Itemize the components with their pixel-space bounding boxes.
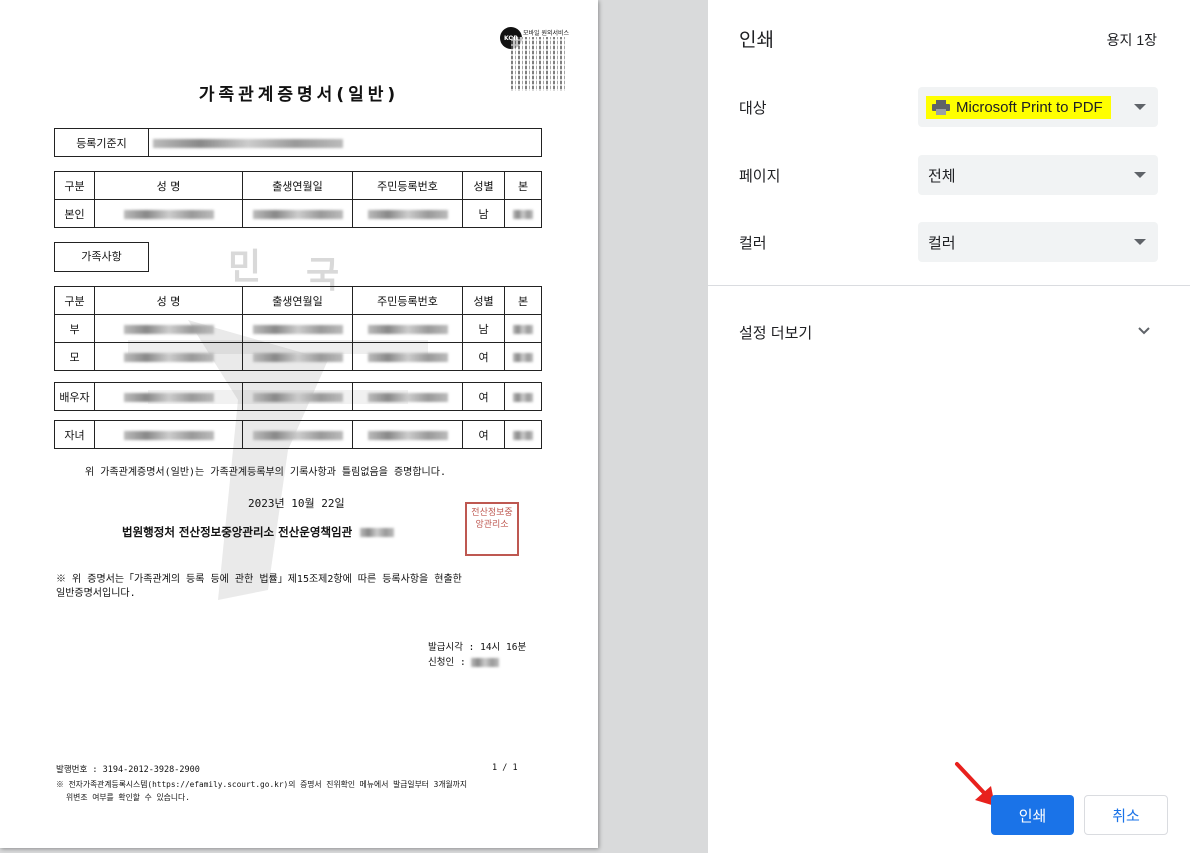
footer-line-2: 위변조 여부를 확인할 수 있습니다. bbox=[66, 793, 190, 802]
pages-value: 전체 bbox=[928, 167, 956, 185]
row-gender: 여 bbox=[462, 342, 505, 371]
color-label: 컬러 bbox=[739, 235, 767, 252]
destination-highlight: Microsoft Print to PDF bbox=[926, 95, 1111, 119]
header-name: 성 명 bbox=[94, 286, 243, 315]
self-table: 구분 성 명 출생연월일 주민등록번호 성별 본 본인 남 bbox=[54, 171, 542, 228]
row-id bbox=[352, 199, 463, 228]
destination-select[interactable]: Microsoft Print to PDF bbox=[918, 87, 1158, 127]
children-table: 자녀 여 bbox=[54, 420, 542, 449]
header-birth: 출생연월일 bbox=[242, 286, 353, 315]
certify-text: 위 가족관계증명서(일반)는 가족관계등록부의 기록사항과 틀림없음을 증명합니… bbox=[85, 467, 446, 478]
row-birth bbox=[242, 314, 353, 343]
registration-label: 등록기준지 bbox=[54, 128, 149, 157]
row-gender: 남 bbox=[462, 199, 505, 228]
more-settings[interactable]: 설정 더보기 bbox=[739, 322, 812, 343]
note-line-1: ※ 위 증명서는「가족관계의 등록 등에 관한 법률」제15조제2항에 따른 등… bbox=[56, 574, 462, 585]
header-id: 주민등록번호 bbox=[352, 171, 463, 200]
header-gender: 성별 bbox=[462, 286, 505, 315]
document-title: 가족관계증명서(일반) bbox=[198, 85, 400, 105]
print-preview-area: 민 국 KOR 모바일 원외서비스 가족관계증명서(일반) 등록기준지 구분 성… bbox=[0, 0, 708, 853]
printer-icon bbox=[932, 99, 950, 115]
expand-chevron-icon[interactable] bbox=[1137, 324, 1151, 338]
row-name bbox=[94, 199, 243, 228]
destination-label: 대상 bbox=[739, 100, 767, 117]
row-birth bbox=[242, 420, 353, 449]
row-kind: 자녀 bbox=[54, 420, 95, 449]
issuer-name: 법원행정처 전산정보중앙관리소 전산운영책임관 bbox=[122, 525, 353, 539]
row-gender: 여 bbox=[462, 420, 505, 449]
row-id bbox=[352, 314, 463, 343]
issue-number: 발행번호 : 3194-2012-3928-2900 bbox=[56, 765, 200, 775]
pages-select[interactable]: 전체 bbox=[918, 155, 1158, 195]
row-id bbox=[352, 342, 463, 371]
row-name bbox=[94, 420, 243, 449]
divider bbox=[708, 285, 1190, 286]
row-id bbox=[352, 382, 463, 411]
row-origin bbox=[504, 314, 542, 343]
table-row: 자녀 여 bbox=[54, 420, 542, 449]
header-id: 주민등록번호 bbox=[352, 286, 463, 315]
row-name bbox=[94, 382, 243, 411]
row-gender: 남 bbox=[462, 314, 505, 343]
issuer: 법원행정처 전산정보중앙관리소 전산운영책임관 bbox=[122, 524, 395, 540]
row-kind: 본인 bbox=[54, 199, 95, 228]
registration-table: 등록기준지 bbox=[54, 128, 542, 157]
issue-time: 발급시각 : 14시 16분 bbox=[428, 642, 527, 653]
row-origin bbox=[504, 382, 542, 411]
row-origin bbox=[504, 342, 542, 371]
table-row: 부 남 bbox=[54, 314, 542, 343]
official-seal: 전산정보중앙관리소 bbox=[465, 502, 519, 556]
destination-value: Microsoft Print to PDF bbox=[956, 98, 1103, 116]
row-birth bbox=[242, 199, 353, 228]
table-row: 모 여 bbox=[54, 342, 542, 371]
cancel-button[interactable]: 취소 bbox=[1084, 795, 1168, 835]
row-birth bbox=[242, 382, 353, 411]
row-kind: 부 bbox=[54, 314, 95, 343]
applicant: 신청인 : bbox=[428, 654, 500, 668]
issue-date: 2023년 10월 22일 bbox=[248, 497, 345, 510]
pages-label: 페이지 bbox=[739, 168, 781, 185]
header-origin: 본 bbox=[504, 286, 542, 315]
note-line-2: 일반증명서입니다. bbox=[56, 588, 136, 599]
applicant-label: 신청인 : bbox=[428, 657, 466, 668]
sheet-count: 용지 1장 bbox=[1106, 32, 1157, 48]
service-label: 모바일 원외서비스 bbox=[523, 30, 570, 37]
header-birth: 출생연월일 bbox=[242, 171, 353, 200]
table-row: 배우자 여 bbox=[54, 382, 542, 411]
row-kind: 모 bbox=[54, 342, 95, 371]
chevron-down-icon bbox=[1134, 239, 1146, 245]
header-kind: 구분 bbox=[54, 286, 95, 315]
print-button[interactable]: 인쇄 bbox=[991, 795, 1074, 835]
registration-value bbox=[148, 128, 542, 157]
color-value: 컬러 bbox=[928, 234, 956, 252]
family-section-label: 가족사항 bbox=[54, 242, 149, 272]
preview-page: 민 국 KOR 모바일 원외서비스 가족관계증명서(일반) 등록기준지 구분 성… bbox=[0, 0, 598, 848]
table-row: 본인 남 bbox=[54, 199, 542, 228]
row-name bbox=[94, 342, 243, 371]
spouse-table: 배우자 여 bbox=[54, 382, 542, 411]
page-number: 1 / 1 bbox=[492, 763, 518, 773]
header-name: 성 명 bbox=[94, 171, 243, 200]
header-origin: 본 bbox=[504, 171, 542, 200]
header-kind: 구분 bbox=[54, 171, 95, 200]
print-settings-panel: 인쇄 용지 1장 대상 Microsoft Print to PDF 페이지 전… bbox=[708, 0, 1190, 853]
header-gender: 성별 bbox=[462, 171, 505, 200]
chevron-down-icon bbox=[1134, 172, 1146, 178]
row-id bbox=[352, 420, 463, 449]
chevron-down-icon bbox=[1134, 104, 1146, 110]
color-select[interactable]: 컬러 bbox=[918, 222, 1158, 262]
row-gender: 여 bbox=[462, 382, 505, 411]
family-table: 구분 성 명 출생연월일 주민등록번호 성별 본 부 남 모 여 bbox=[54, 286, 542, 371]
row-name bbox=[94, 314, 243, 343]
footer-line-1: ※ 전자가족관계등록시스템(https://efamily.scourt.go.… bbox=[56, 780, 468, 789]
watermark-char: 민 bbox=[228, 247, 262, 288]
row-origin bbox=[504, 420, 542, 449]
panel-title: 인쇄 bbox=[739, 30, 774, 51]
row-origin bbox=[504, 199, 542, 228]
row-kind: 배우자 bbox=[54, 382, 95, 411]
row-birth bbox=[242, 342, 353, 371]
